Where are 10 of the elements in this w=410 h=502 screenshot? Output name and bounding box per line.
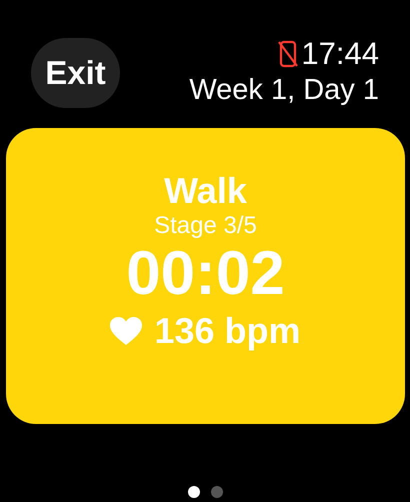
exit-button[interactable]: Exit bbox=[31, 38, 120, 108]
page-dot[interactable] bbox=[210, 486, 222, 498]
activity-title: Walk bbox=[164, 170, 247, 212]
heart-rate: 136 bpm bbox=[154, 310, 301, 352]
elapsed-timer: 00:02 bbox=[126, 240, 285, 308]
session-label: Week 1, Day 1 bbox=[189, 73, 379, 108]
clock-time: 17:44 bbox=[301, 36, 379, 72]
page-dot[interactable] bbox=[188, 486, 200, 498]
stage-label: Stage 3/5 bbox=[154, 212, 257, 240]
heart-icon bbox=[110, 317, 142, 345]
